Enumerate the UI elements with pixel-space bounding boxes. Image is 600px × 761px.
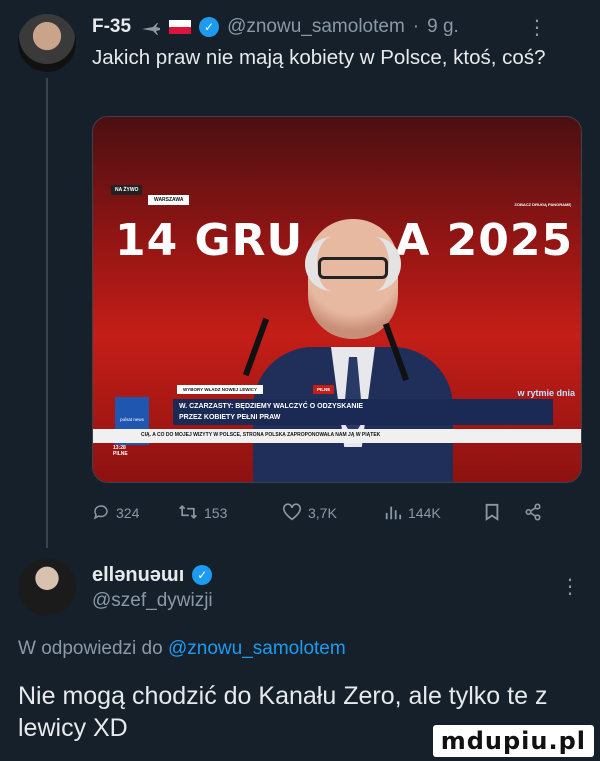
more-options-icon[interactable]: ⋮	[560, 574, 580, 599]
author-avatar[interactable]	[18, 14, 76, 72]
bookmark-button[interactable]	[484, 503, 500, 524]
reply-author-avatar[interactable]	[18, 558, 76, 616]
ticker-headline-1: W. CZARZASTY: BĘDZIEMY WALCZYĆ O ODZYSKA…	[179, 403, 364, 410]
channel-note: ZOBACZ DRUGĄ PANORAMĘ	[514, 202, 571, 207]
reply-author-name[interactable]: ellənuəɯı	[92, 564, 184, 587]
repost-button[interactable]: 153	[178, 503, 227, 524]
reply-count: 324	[116, 505, 140, 521]
share-icon	[524, 503, 542, 524]
ticker-pilne-tag: PILNE	[313, 385, 335, 394]
live-label: NA ŻYWO	[111, 185, 143, 195]
reply-icon	[92, 503, 110, 524]
ticker-headline-2: PRZEZ KOBIETY PEŁNI PRAW	[179, 414, 281, 421]
views-chart-icon	[384, 503, 402, 524]
tweet-text: Jakich praw nie mają kobiety w Polsce, k…	[92, 46, 546, 69]
tweet-media-image[interactable]: NA ŻYWO WARSZAWA ZOBACZ DRUGĄ PANORAMĘ 1…	[92, 116, 582, 483]
reply-header: ellənuəɯı ✓	[92, 562, 580, 588]
thread-line	[46, 78, 48, 548]
news-ticker: polsat news WYBORY WŁADZ NOWEJ LEWICY PI…	[93, 379, 581, 459]
verified-badge-icon: ✓	[199, 17, 220, 37]
reply-to-prefix: W odpowiedzi do	[18, 638, 163, 659]
pilne-small: PILNE	[113, 451, 128, 457]
tv-frame: NA ŻYWO WARSZAWA ZOBACZ DRUGĄ PANORAMĘ 1…	[93, 147, 581, 482]
poland-flag-icon	[169, 20, 192, 34]
replying-to: W odpowiedzi do @znowu_samolotem	[18, 638, 346, 660]
reply-author-handle[interactable]: @szef_dywizji	[92, 590, 213, 612]
bookmark-icon	[484, 503, 500, 524]
ticker-scroll-text: CIĄ. A CO DO MOJEJ WIZYTY W POLSCE, STRO…	[141, 432, 381, 438]
reply-button[interactable]: 324	[92, 503, 139, 524]
glasses	[318, 257, 388, 279]
repost-count: 153	[204, 505, 228, 521]
like-button[interactable]: 3,7K	[282, 502, 337, 524]
action-bar: 324 153 3,7K 144K	[92, 500, 562, 526]
broadcast-time: 13:28 PILNE	[113, 445, 128, 457]
author-name[interactable]: F-35	[92, 16, 131, 38]
more-options-icon[interactable]: ⋮	[527, 15, 548, 40]
separator-dot: ·	[412, 16, 420, 37]
repost-icon	[178, 503, 198, 524]
author-handle[interactable]: @znowu_samolotem	[227, 16, 405, 38]
like-count: 3,7K	[308, 505, 337, 521]
tweet-header: F-35 ✓ @znowu_samolotem · 9 g. ⋮	[92, 12, 570, 42]
views-button[interactable]: 144K	[384, 503, 441, 524]
verified-badge-icon: ✓	[192, 565, 213, 585]
heart-icon	[282, 502, 302, 524]
program-logo: w rytmie dnia	[517, 388, 575, 398]
tweet-time[interactable]: 9 g.	[427, 16, 459, 38]
location-label: WARSZAWA	[148, 195, 190, 205]
views-count: 144K	[408, 505, 441, 521]
jet-icon	[141, 20, 161, 35]
reply-to-handle[interactable]: @znowu_samolotem	[168, 638, 346, 659]
site-watermark: mdupiu.pl	[432, 725, 594, 757]
share-button[interactable]	[524, 503, 542, 524]
ticker-tag: WYBORY WŁADZ NOWEJ LEWICY	[177, 385, 263, 394]
